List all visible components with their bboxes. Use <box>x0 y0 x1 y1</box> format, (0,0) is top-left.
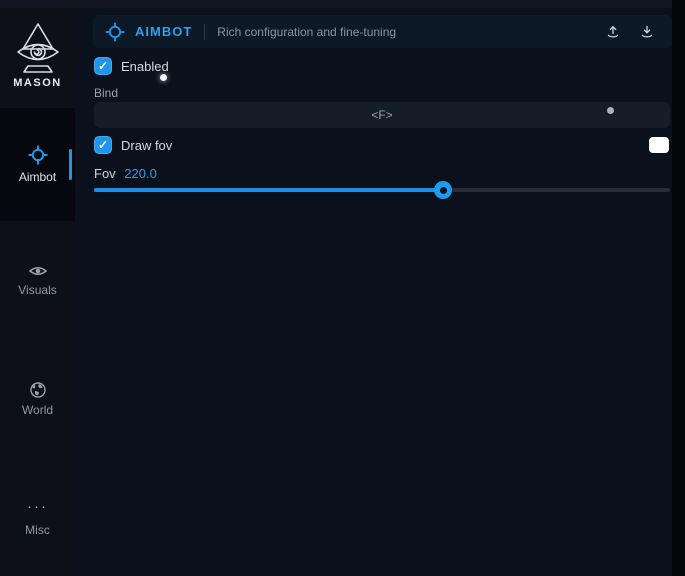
draw-fov-row: ✓ Draw fov <box>94 136 172 154</box>
import-config-button[interactable] <box>600 19 626 45</box>
fov-slider-handle[interactable] <box>434 181 452 199</box>
mason-eye-pyramid-icon <box>14 22 62 74</box>
checkmark-icon: ✓ <box>98 139 108 151</box>
page-subtitle: Rich configuration and fine-tuning <box>217 25 396 39</box>
upload-icon <box>604 23 622 41</box>
active-tab-indicator <box>69 149 72 180</box>
fov-label-row: Fov 220.0 <box>94 166 157 181</box>
fov-label: Fov <box>94 166 116 181</box>
enabled-label: Enabled <box>121 59 169 74</box>
sidebar-item-misc[interactable]: ··· Misc <box>0 500 75 537</box>
draw-fov-label: Draw fov <box>121 138 172 153</box>
window-top-edge <box>0 0 672 8</box>
sidebar-item-label: Misc <box>0 523 75 537</box>
draw-fov-checkbox[interactable]: ✓ <box>94 136 112 154</box>
bind-label: Bind <box>94 86 118 100</box>
export-config-button[interactable] <box>634 19 660 45</box>
particle-dot <box>160 74 167 81</box>
fov-slider[interactable] <box>94 188 670 192</box>
brand-name: MASON <box>0 77 75 89</box>
bind-input[interactable]: <F> <box>94 102 670 128</box>
sidebar-item-visuals[interactable]: Visuals <box>0 264 75 297</box>
download-icon <box>638 23 656 41</box>
application-window: MASON Aimbot Visuals <box>0 0 685 576</box>
fov-value: 220.0 <box>124 166 157 181</box>
screen-background <box>672 0 685 576</box>
enabled-row: ✓ Enabled <box>94 57 169 75</box>
fov-slider-fill <box>94 188 443 192</box>
sidebar-item-world[interactable]: World <box>0 382 75 417</box>
sidebar-item-label: Aimbot <box>0 170 75 184</box>
page-title: AIMBOT <box>135 24 192 39</box>
sidebar-item-label: Visuals <box>0 283 75 297</box>
sidebar: MASON Aimbot Visuals <box>0 8 75 576</box>
crosshair-icon <box>105 22 125 42</box>
sidebar-item-label: World <box>0 403 75 417</box>
sidebar-item-aimbot[interactable]: Aimbot <box>0 108 75 221</box>
particle-dot <box>607 107 614 114</box>
eye-icon <box>29 264 47 278</box>
main-panel: AIMBOT Rich configuration and fine-tunin… <box>75 8 672 576</box>
crosshair-icon <box>28 145 48 165</box>
ellipsis-icon: ··· <box>0 500 75 518</box>
fov-color-swatch[interactable] <box>649 137 669 153</box>
enabled-checkbox[interactable]: ✓ <box>94 57 112 75</box>
checkmark-icon: ✓ <box>98 60 108 72</box>
globe-icon <box>30 382 46 398</box>
brand-logo: MASON <box>0 22 75 89</box>
header-divider <box>204 24 205 40</box>
page-header: AIMBOT Rich configuration and fine-tunin… <box>93 15 672 48</box>
slider-handle-hole <box>440 187 447 194</box>
